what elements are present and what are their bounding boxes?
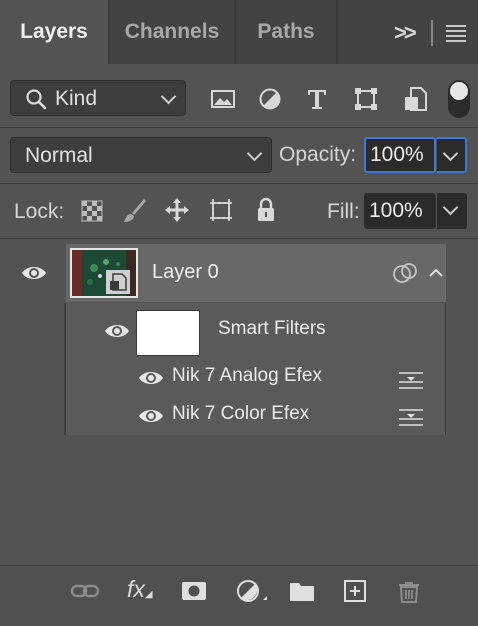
tab-divider xyxy=(336,0,338,64)
tab-channels[interactable]: Channels xyxy=(110,0,234,64)
filter-blending-options-icon[interactable] xyxy=(398,407,424,427)
fx-label: fx xyxy=(127,576,145,602)
layer-visibility-eye-icon[interactable] xyxy=(21,264,47,282)
shape-layer-filter-icon[interactable] xyxy=(353,86,379,112)
delete-layer-trash-icon[interactable] xyxy=(396,578,422,604)
lock-image-pixels-icon[interactable] xyxy=(121,196,147,224)
blend-mode-value: Normal xyxy=(25,144,93,167)
fill-input[interactable]: 100% xyxy=(364,193,436,229)
smart-filters-label[interactable]: Smart Filters xyxy=(218,318,326,340)
filter-blending-options-icon[interactable] xyxy=(398,370,424,390)
divider xyxy=(0,183,478,184)
filter-toggle-switch[interactable] xyxy=(448,80,470,118)
blend-mode-dropdown[interactable]: Normal xyxy=(10,137,272,173)
new-adjustment-layer-icon[interactable] xyxy=(235,578,269,604)
tab-paths[interactable]: Paths xyxy=(236,0,336,64)
lock-artboard-icon[interactable] xyxy=(208,196,234,224)
panel-overflow-button[interactable]: >> xyxy=(394,20,417,46)
filter-visibility-eye-icon[interactable] xyxy=(138,369,164,387)
adjustment-layer-filter-icon[interactable] xyxy=(257,86,283,112)
smart-filters-mask-thumbnail[interactable] xyxy=(136,310,200,356)
opacity-input[interactable]: 100% xyxy=(364,137,436,173)
layer-thumbnail[interactable] xyxy=(70,248,138,298)
divider xyxy=(0,238,478,239)
layer-thumbnail-image xyxy=(72,250,136,296)
new-layer-icon[interactable] xyxy=(342,578,368,604)
toolbar-separator xyxy=(431,20,433,46)
panel-menu-icon[interactable] xyxy=(446,25,466,45)
filter-kind-dropdown[interactable]: Kind xyxy=(10,80,186,116)
filter-visibility-eye-icon[interactable] xyxy=(138,407,164,425)
new-group-folder-icon[interactable] xyxy=(288,578,316,604)
chevron-down-icon xyxy=(442,199,459,216)
type-layer-filter-icon[interactable] xyxy=(304,86,330,112)
opacity-slider-button[interactable] xyxy=(437,137,467,173)
smart-filter-item[interactable]: Nik 7 Color Efex xyxy=(172,403,309,425)
lock-position-icon[interactable] xyxy=(164,196,190,224)
add-layer-style-fx-button[interactable]: fx◢ xyxy=(127,576,153,603)
opacity-label: Opacity: xyxy=(279,143,357,166)
add-layer-mask-icon[interactable] xyxy=(180,578,208,604)
lock-all-icon[interactable] xyxy=(253,196,279,224)
lock-transparent-pixels-icon[interactable] xyxy=(79,196,105,224)
smart-filter-indicator-icon[interactable] xyxy=(393,262,419,284)
chevron-down-icon xyxy=(442,145,459,162)
divider xyxy=(0,127,478,128)
pixel-layer-filter-icon[interactable] xyxy=(210,86,236,112)
layer-row-expander[interactable] xyxy=(426,244,446,302)
tab-layers[interactable]: Layers xyxy=(0,0,108,64)
smart-object-filter-icon[interactable] xyxy=(402,86,428,112)
lock-label: Lock: xyxy=(14,200,65,223)
search-icon xyxy=(26,89,47,110)
filter-kind-label: Kind xyxy=(55,87,98,110)
chevron-down-icon xyxy=(160,88,177,105)
link-layers-icon[interactable] xyxy=(70,578,100,604)
chevron-up-icon xyxy=(429,268,443,277)
fill-label: Fill: xyxy=(327,200,360,223)
smart-filters-visibility-eye-icon[interactable] xyxy=(104,322,130,340)
smart-filter-item[interactable]: Nik 7 Analog Efex xyxy=(172,365,322,387)
layer-name[interactable]: Layer 0 xyxy=(152,261,219,284)
dropdown-corner-icon: ◢ xyxy=(144,589,153,600)
chevron-down-icon xyxy=(246,145,263,162)
fill-slider-button[interactable] xyxy=(437,193,467,229)
